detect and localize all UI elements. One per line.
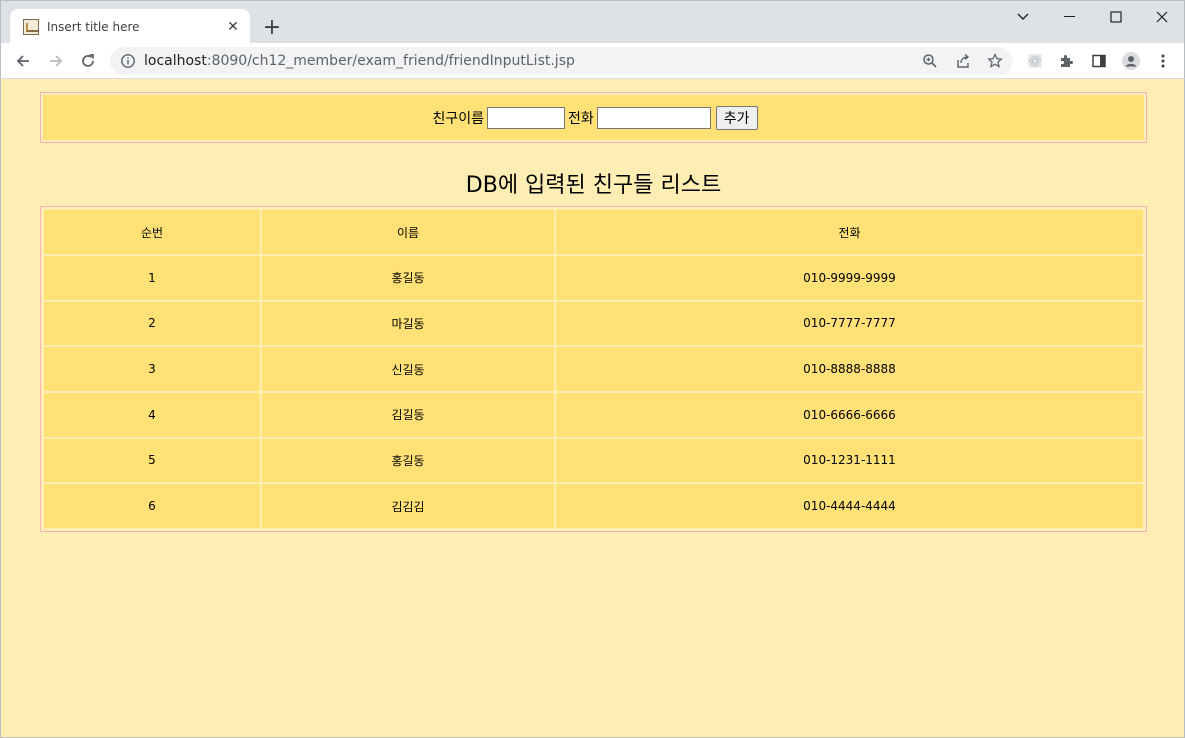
reload-icon[interactable] <box>74 47 102 75</box>
cell-name: 마길동 <box>262 301 554 346</box>
extensions-puzzle-icon[interactable] <box>1057 51 1077 71</box>
extension-react-icon[interactable] <box>1025 51 1045 71</box>
browser-tab[interactable]: Insert title here ✕ <box>10 9 250 44</box>
minimize-icon[interactable] <box>1047 5 1093 29</box>
cell-no: 1 <box>44 256 260 300</box>
friend-list-table: 순번 이름 전화 1 홍길동 010-9999-9999 2 마길동 010-7… <box>42 208 1145 530</box>
share-icon[interactable] <box>953 51 973 71</box>
table-row: 6 김김김 010-4444-4444 <box>44 484 1143 528</box>
browser-toolbar: localhost:8090/ch12_member/exam_friend/f… <box>0 43 1185 79</box>
cell-name: 김김김 <box>262 484 554 528</box>
page-favicon-icon <box>23 18 39 35</box>
new-tab-icon[interactable]: + <box>259 15 285 41</box>
name-label: 친구이름 <box>432 110 484 127</box>
cell-name: 신길동 <box>262 347 554 391</box>
table-row: 1 홍길동 010-9999-9999 <box>44 256 1143 300</box>
back-arrow-icon[interactable] <box>9 47 37 75</box>
friend-list-table-frame: 순번 이름 전화 1 홍길동 010-9999-9999 2 마길동 010-7… <box>40 206 1147 532</box>
add-button[interactable]: 추가 <box>715 105 758 130</box>
friend-input-row: 친구이름 전화 추가 <box>42 94 1145 141</box>
cell-name: 홍길동 <box>262 256 554 300</box>
page-content: 친구이름 전화 추가 DB에 입력된 친구들 리스트 순번 이름 전화 1 홍길… <box>0 79 1185 738</box>
browser-menu-icon[interactable] <box>1153 51 1173 71</box>
maximize-icon[interactable] <box>1093 5 1139 29</box>
url-host: localhost <box>144 53 207 69</box>
profile-avatar-icon[interactable] <box>1121 51 1141 71</box>
table-header-row: 순번 이름 전화 <box>44 210 1143 254</box>
cell-phone: 010-8888-8888 <box>556 347 1143 391</box>
side-panel-icon[interactable] <box>1089 51 1109 71</box>
tab-strip: Insert title here ✕ + <box>0 0 1185 44</box>
cell-phone: 010-1231-1111 <box>556 438 1143 483</box>
friend-name-input[interactable] <box>487 106 565 129</box>
cell-phone: 010-6666-6666 <box>556 392 1143 437</box>
column-header-phone: 전화 <box>556 210 1143 254</box>
cell-no: 3 <box>44 347 260 391</box>
table-row: 2 마길동 010-7777-7777 <box>44 301 1143 346</box>
forward-arrow-icon[interactable] <box>42 47 70 75</box>
cell-no: 6 <box>44 484 260 528</box>
cell-phone: 010-4444-4444 <box>556 484 1143 528</box>
tab-title: Insert title here <box>47 19 140 34</box>
table-row: 5 홍길동 010-1231-1111 <box>44 438 1143 483</box>
cell-phone: 010-7777-7777 <box>556 301 1143 346</box>
column-header-no: 순번 <box>44 210 260 254</box>
url-text: localhost:8090/ch12_member/exam_friend/f… <box>144 47 575 75</box>
list-title: DB에 입력된 친구들 리스트 <box>465 173 722 198</box>
cell-name: 김길동 <box>262 392 554 437</box>
table-row: 3 신길동 010-8888-8888 <box>44 347 1143 391</box>
friend-input-form: 친구이름 전화 추가 <box>40 92 1147 143</box>
address-bar[interactable]: localhost:8090/ch12_member/exam_friend/f… <box>110 47 1013 75</box>
phone-label: 전화 <box>568 110 594 127</box>
cell-no: 2 <box>44 301 260 346</box>
column-header-name: 이름 <box>262 210 554 254</box>
friend-phone-input[interactable] <box>596 106 711 129</box>
cell-name: 홍길동 <box>262 438 554 483</box>
url-path: :8090/ch12_member/exam_friend/friendInpu… <box>206 53 575 69</box>
zoom-icon[interactable] <box>920 51 940 71</box>
cell-no: 4 <box>44 392 260 437</box>
bookmark-star-icon[interactable] <box>985 51 1005 71</box>
cell-phone: 010-9999-9999 <box>556 256 1143 300</box>
close-window-icon[interactable] <box>1139 5 1185 29</box>
site-info-icon[interactable] <box>118 51 138 71</box>
tab-search-chevron-icon[interactable] <box>1000 5 1046 29</box>
tab-close-icon[interactable]: ✕ <box>224 18 242 36</box>
cell-no: 5 <box>44 438 260 483</box>
table-row: 4 김길동 010-6666-6666 <box>44 392 1143 437</box>
